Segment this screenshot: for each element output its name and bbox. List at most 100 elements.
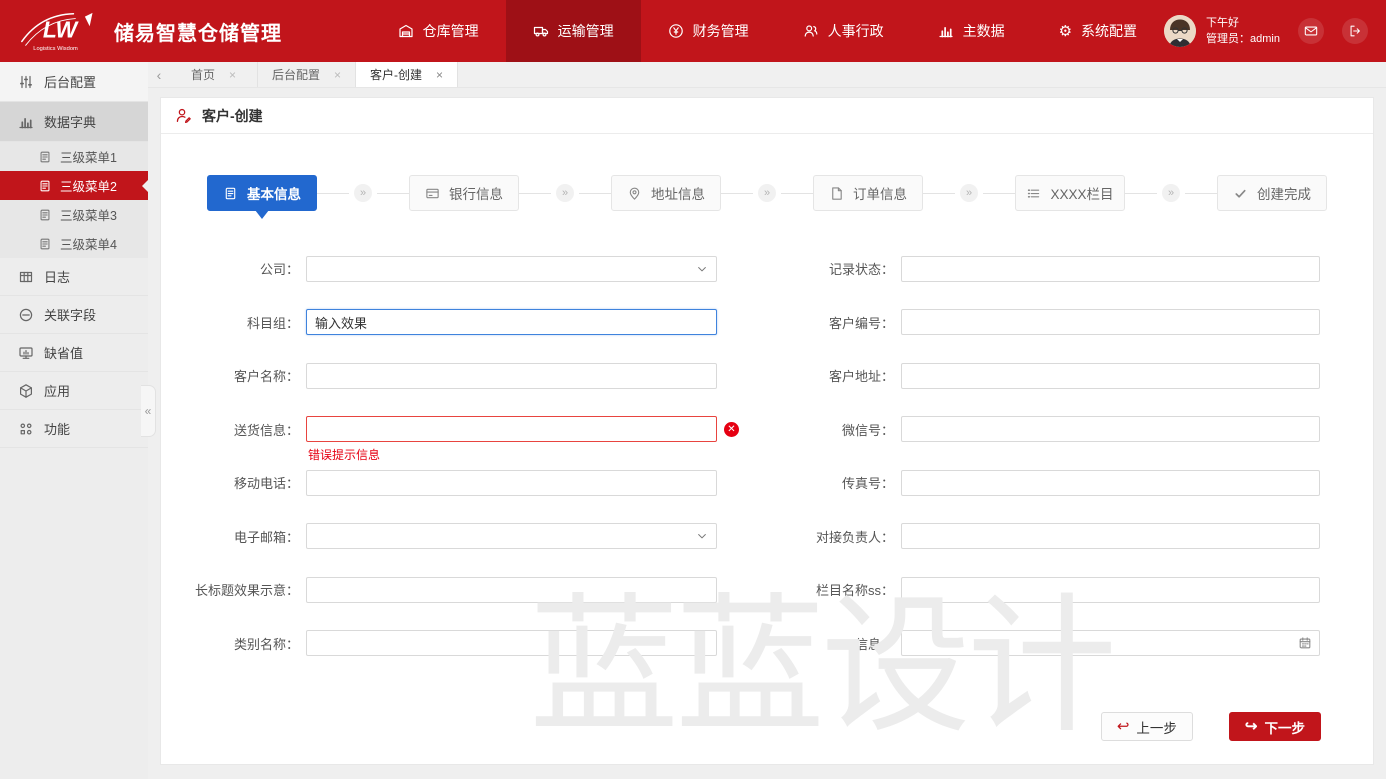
sidebar-item-submenu-4[interactable]: 三级菜单4 <box>0 229 148 258</box>
section-name-input[interactable] <box>901 577 1320 603</box>
tab-customer-create[interactable]: 客户-创建 × <box>356 62 458 87</box>
step-wizard: 基本信息 » 银行信息 » 地址信息 » 订单信息 » <box>207 170 1327 216</box>
sidebar-item-backend-config[interactable]: 后台配置 <box>0 62 148 102</box>
brand: LW Logistics Wisdom 储易智慧仓储管理 <box>0 0 371 62</box>
form-row: 公司： 记录状态： <box>161 242 1373 296</box>
step-xxxx-section[interactable]: XXXX栏目 <box>1015 175 1125 211</box>
logout-icon <box>1348 24 1362 38</box>
sidebar-item-applications[interactable]: 应用 <box>0 372 148 410</box>
calendar-icon[interactable] <box>1298 636 1312 650</box>
monitor-icon <box>18 345 34 361</box>
sliders-icon <box>18 74 34 90</box>
error-message: 错误提示信息 <box>308 446 380 463</box>
mail-icon <box>1304 24 1318 38</box>
sidebar-collapse-handle[interactable]: « <box>141 385 156 437</box>
form-row: 送货信息： ✕ 错误提示信息 微信号： <box>161 403 1373 457</box>
wizard-footer: ↩ 上一步 ↪ 下一步 <box>1101 712 1321 741</box>
tab-label: 首页 <box>191 66 215 83</box>
close-icon[interactable]: × <box>334 68 341 82</box>
long-title-demo-input[interactable] <box>306 577 717 603</box>
form-row: 长标题效果示意： 栏目名称ss： <box>161 563 1373 617</box>
nav-item-label: 财务管理 <box>693 21 749 41</box>
sidebar-item-submenu-2[interactable]: 三级菜单2 <box>0 171 148 200</box>
customer-name-input[interactable] <box>306 363 717 389</box>
nav-item-system-config[interactable]: ⚙ 系统配置 <box>1032 0 1164 62</box>
step-arrow-icon: » <box>758 184 776 202</box>
subject-group-input[interactable] <box>306 309 717 335</box>
doc-icon <box>223 186 238 201</box>
field-label: 微信号： <box>725 420 901 439</box>
record-status-wrap <box>901 256 1320 282</box>
mail-button[interactable] <box>1298 18 1324 44</box>
logout-button[interactable] <box>1342 18 1368 44</box>
step-arrow-icon: » <box>960 184 978 202</box>
step-arrow-icon: » <box>556 184 574 202</box>
customer-number-input[interactable] <box>901 309 1320 335</box>
step-create-complete[interactable]: 创建完成 <box>1217 175 1327 211</box>
nav-item-warehouse[interactable]: 仓库管理 <box>371 0 506 62</box>
nav-item-transport[interactable]: 运输管理 <box>506 0 641 62</box>
sidebar-item-functions[interactable]: 功能 <box>0 410 148 448</box>
sidebar-item-label: 数据字典 <box>44 112 96 131</box>
form-row: 类别名称： 信息： <box>161 617 1373 671</box>
field-label: 对接负责人： <box>725 527 901 546</box>
field-label: 类别名称： <box>161 634 306 653</box>
sidebar-item-label: 三级菜单1 <box>60 147 117 166</box>
step-bank-info[interactable]: 银行信息 <box>409 175 519 211</box>
step-address-info[interactable]: 地址信息 <box>611 175 721 211</box>
bar-chart-icon <box>938 23 954 39</box>
sidebar-item-default-values[interactable]: 缺省值 <box>0 334 148 372</box>
tab-home[interactable]: 首页 × <box>170 62 258 87</box>
delivery-info-input[interactable] <box>306 416 717 442</box>
mobile-phone-input[interactable] <box>306 470 717 496</box>
sidebar-item-data-dictionary[interactable]: 数据字典 <box>0 102 148 142</box>
customer-number-wrap <box>901 309 1320 335</box>
form-row: 电子邮箱： 对接负责人： <box>161 510 1373 564</box>
app-title: 储易智慧仓储管理 <box>114 17 282 46</box>
field-label: 信息： <box>725 634 901 653</box>
sidebar-item-submenu-1[interactable]: 三级菜单1 <box>0 142 148 171</box>
close-icon[interactable]: × <box>436 68 443 82</box>
category-name-wrap <box>306 630 717 656</box>
wechat-input[interactable] <box>901 416 1320 442</box>
info-date-input[interactable] <box>901 630 1320 656</box>
warehouse-icon <box>398 23 414 39</box>
email-select[interactable] <box>306 523 717 549</box>
user-avatar[interactable] <box>1164 15 1196 47</box>
truck-icon <box>533 23 549 39</box>
next-step-button[interactable]: ↪ 下一步 <box>1229 712 1321 741</box>
nav-item-hr[interactable]: 人事行政 <box>776 0 911 62</box>
step-basic-info[interactable]: 基本信息 <box>207 175 317 211</box>
sidebar-item-submenu-3[interactable]: 三级菜单3 <box>0 200 148 229</box>
contact-person-input[interactable] <box>901 523 1320 549</box>
close-icon[interactable]: × <box>229 68 236 82</box>
company-select[interactable] <box>306 256 717 282</box>
step-order-info[interactable]: 订单信息 <box>813 175 923 211</box>
tab-label: 客户-创建 <box>370 66 422 83</box>
prev-step-label: 上一步 <box>1136 717 1177 737</box>
page-title-bar: 客户-创建 <box>161 98 1373 134</box>
step-label: 订单信息 <box>853 183 907 203</box>
cube-icon <box>18 383 34 399</box>
tab-scroll-left-button[interactable]: ‹ <box>148 62 170 87</box>
customer-address-input[interactable] <box>901 363 1320 389</box>
step-connector: » <box>519 184 611 202</box>
prev-step-button[interactable]: ↩ 上一步 <box>1101 712 1193 741</box>
field-label: 移动电话： <box>161 473 306 492</box>
doc-icon <box>38 237 52 251</box>
record-status-input[interactable] <box>901 256 1320 282</box>
tab-backend-config[interactable]: 后台配置 × <box>258 62 356 87</box>
doc-icon <box>38 179 52 193</box>
app-root: LW Logistics Wisdom 储易智慧仓储管理 仓库管理 运输管理 财… <box>0 0 1386 779</box>
user-info: 下午好 管理员：admin <box>1206 15 1280 48</box>
nav-item-finance[interactable]: 财务管理 <box>641 0 776 62</box>
forward-arrow-icon: ↪ <box>1245 719 1258 734</box>
field-label: 记录状态： <box>725 259 901 278</box>
sidebar-item-logs[interactable]: 日志 <box>0 258 148 296</box>
category-name-input[interactable] <box>306 630 717 656</box>
nav-item-label: 人事行政 <box>828 21 884 41</box>
customer-create-icon <box>175 107 192 124</box>
fax-input[interactable] <box>901 470 1320 496</box>
nav-item-master-data[interactable]: 主数据 <box>911 0 1032 62</box>
sidebar-item-linked-fields[interactable]: 关联字段 <box>0 296 148 334</box>
